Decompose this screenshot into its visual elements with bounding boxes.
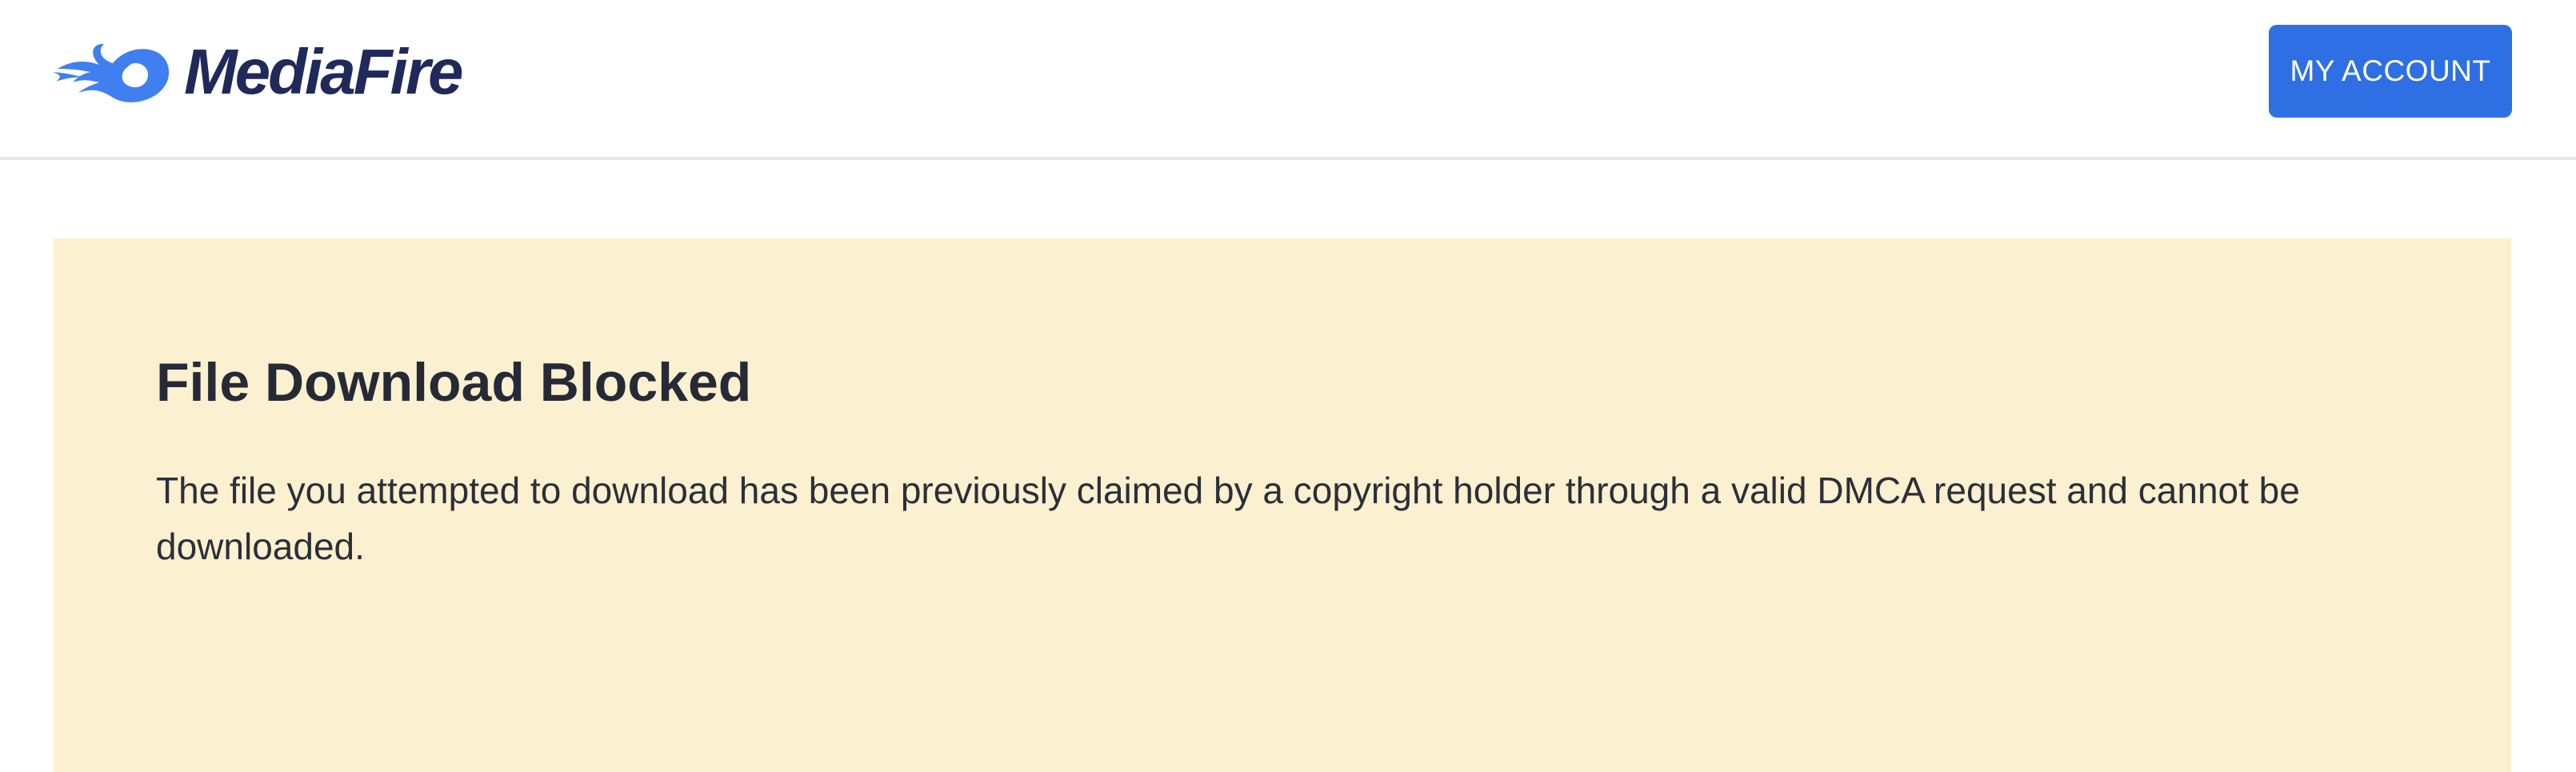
flame-logo-icon xyxy=(53,43,170,102)
my-account-button[interactable]: MY ACCOUNT xyxy=(2269,25,2512,118)
download-blocked-notice: File Download Blocked The file you attem… xyxy=(54,238,2511,772)
mediafire-wordmark: MediaFire xyxy=(184,36,463,107)
mediafire-logo[interactable]: MediaFire xyxy=(53,32,463,112)
notice-title: File Download Blocked xyxy=(156,352,752,413)
notice-message: The file you attempted to download has b… xyxy=(156,469,2300,567)
site-header: MediaFire MY ACCOUNT xyxy=(0,0,2576,160)
